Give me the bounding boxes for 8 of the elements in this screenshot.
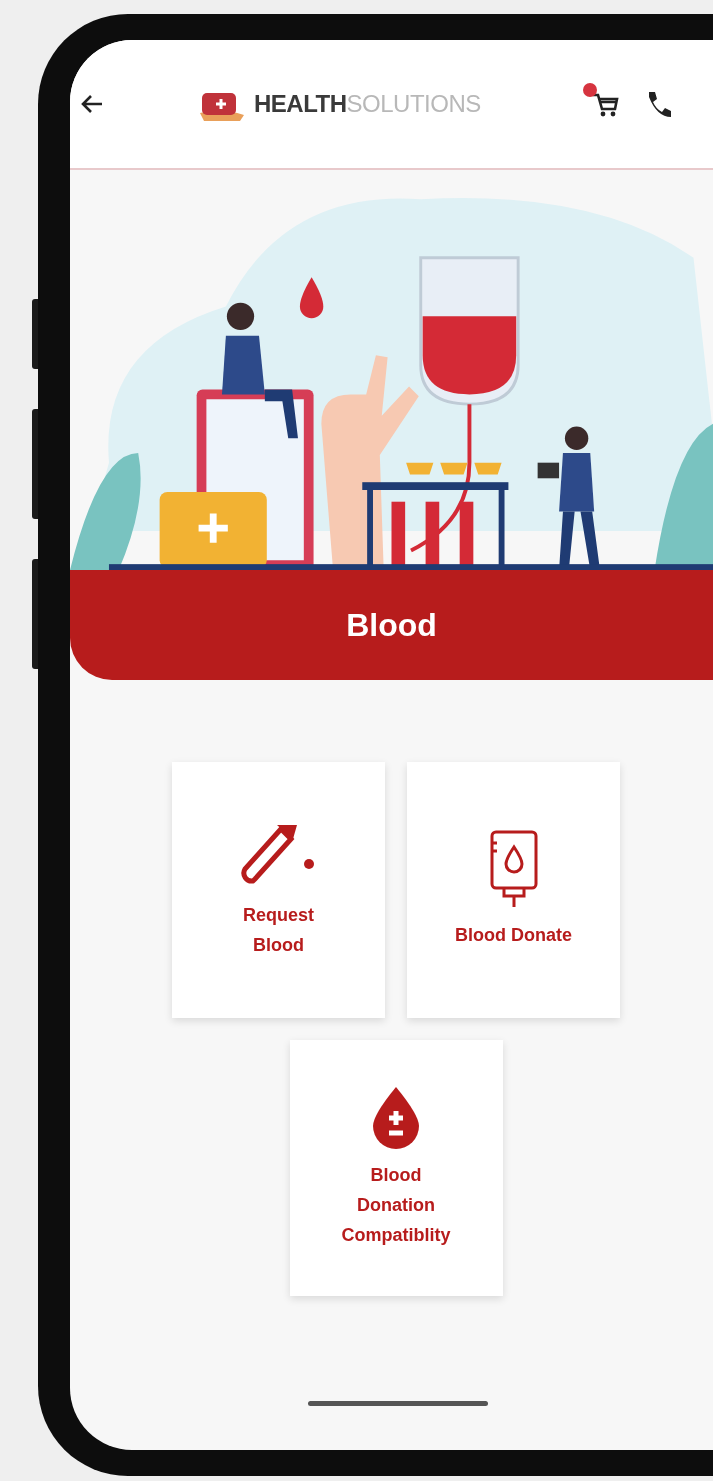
page-title-banner: Blood: [70, 570, 713, 680]
blood-drop-icon: [371, 1085, 421, 1150]
menu-tile[interactable]: Blood Donate: [407, 762, 620, 1018]
brand-name: HEALTHSOLUTIONS: [254, 89, 481, 119]
menu-tile[interactable]: Request Blood: [172, 762, 385, 1018]
menu-tile[interactable]: Blood Donation Compatiblity: [289, 1040, 503, 1296]
back-arrow-icon[interactable]: [80, 94, 104, 114]
blood-bag-icon: [488, 829, 539, 910]
